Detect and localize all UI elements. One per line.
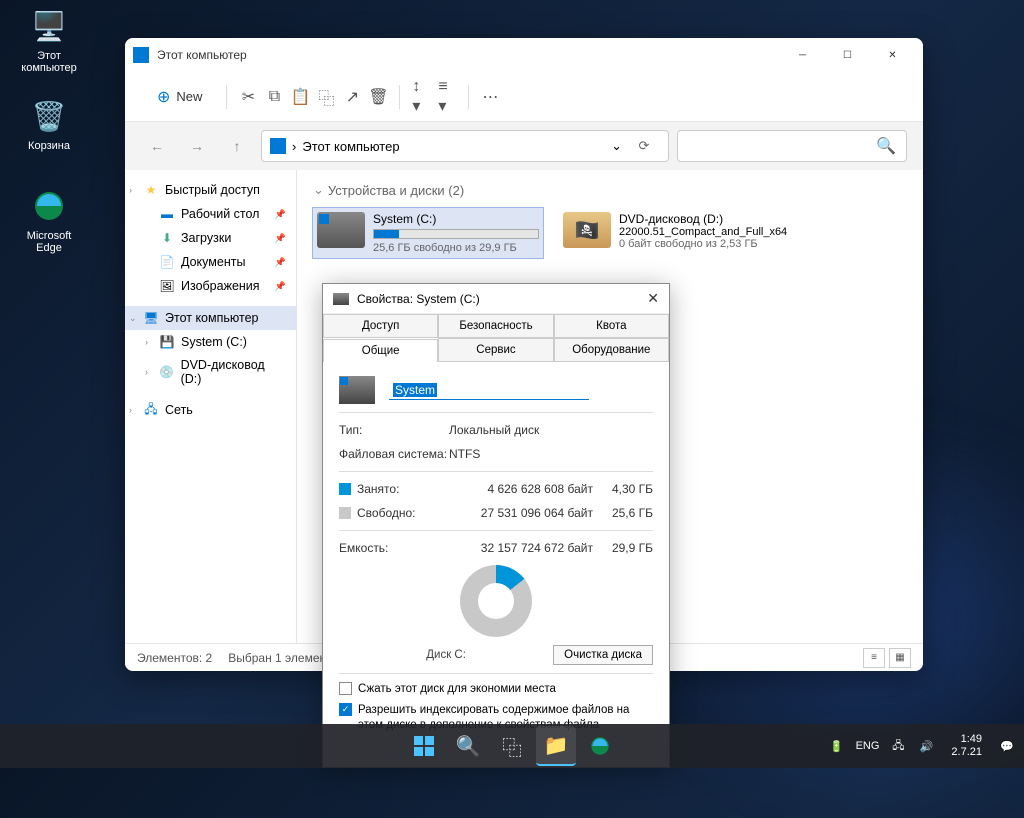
pin-icon: 📌 bbox=[275, 233, 286, 244]
maximize-button[interactable]: ☐ bbox=[825, 38, 870, 72]
taskview-button[interactable]: ⿻ bbox=[492, 726, 532, 766]
tab-security[interactable]: Безопасность bbox=[438, 314, 553, 337]
volume-name-input[interactable]: System bbox=[389, 381, 589, 400]
drive-icon bbox=[339, 376, 375, 404]
search-button[interactable]: 🔍 bbox=[448, 726, 488, 766]
forward-button[interactable]: → bbox=[181, 130, 213, 162]
tab-quota[interactable]: Квота bbox=[554, 314, 669, 337]
copy-icon[interactable]: ⧉ bbox=[265, 88, 283, 106]
section-header[interactable]: ⌄Устройства и диски (2) bbox=[313, 182, 907, 198]
breadcrumb[interactable]: Этот компьютер bbox=[302, 139, 399, 154]
address-input[interactable]: › Этот компьютер ⌄ ⟳ bbox=[261, 130, 669, 162]
search-input[interactable]: 🔍 bbox=[677, 130, 907, 162]
item-count: Элементов: 2 bbox=[137, 651, 212, 665]
used-color-swatch bbox=[339, 483, 351, 495]
sidebar-desktop[interactable]: ▬Рабочий стол📌 bbox=[125, 202, 296, 226]
drive-c[interactable]: System (C:) 25,6 ГБ свободно из 29,9 ГБ bbox=[313, 208, 543, 258]
more-icon[interactable]: ⋯ bbox=[481, 88, 499, 106]
sidebar-network[interactable]: ›🖧Сеть bbox=[125, 398, 296, 422]
view-tiles-button[interactable]: ▦ bbox=[889, 648, 911, 668]
type-label: Тип: bbox=[339, 423, 449, 437]
addressbar: ← → ↑ › Этот компьютер ⌄ ⟳ 🔍 bbox=[125, 122, 923, 170]
drive-icon bbox=[333, 293, 349, 305]
dialog-title: Свойства: System (C:) bbox=[357, 292, 480, 306]
cleanup-button[interactable]: Очистка диска bbox=[553, 645, 653, 665]
taskbar: 🔍 ⿻ 📁 🔋 ENG 🖧 🔊 1:49 2.7.21 💬 bbox=[0, 724, 1024, 768]
start-button[interactable] bbox=[404, 726, 444, 766]
fs-label: Файловая система: bbox=[339, 447, 449, 461]
checkbox-icon bbox=[339, 682, 352, 695]
tab-general[interactable]: Общие bbox=[323, 339, 438, 362]
drive-icon bbox=[317, 212, 365, 248]
pc-icon bbox=[270, 138, 286, 154]
desktop-icon-label: Этот компьютер bbox=[14, 50, 84, 74]
pin-icon: 📌 bbox=[275, 281, 286, 292]
refresh-button[interactable]: ⟳ bbox=[628, 138, 660, 154]
cut-icon[interactable]: ✂ bbox=[239, 88, 257, 106]
dialog-titlebar[interactable]: Свойства: System (C:) ✕ bbox=[323, 284, 669, 314]
compress-checkbox-row[interactable]: Сжать этот диск для экономии места bbox=[339, 682, 653, 697]
delete-icon[interactable]: 🗑 bbox=[369, 88, 387, 106]
minimize-button[interactable]: ─ bbox=[780, 38, 825, 72]
system-tray: 🔋 ENG 🖧 🔊 1:49 2.7.21 💬 bbox=[828, 733, 1016, 759]
paste-icon[interactable]: 📋 bbox=[291, 88, 309, 106]
edge-icon bbox=[29, 186, 69, 226]
dvd-icon: 🏴‍☠️ bbox=[563, 212, 611, 248]
drive-d[interactable]: 🏴‍☠️ DVD-дисковод (D:) 22000.51_Compact_… bbox=[559, 208, 789, 258]
pin-icon: 📌 bbox=[275, 209, 286, 220]
close-button[interactable]: ✕ bbox=[870, 38, 915, 72]
usage-bar bbox=[373, 229, 539, 239]
plus-icon: ⊕ bbox=[157, 87, 170, 107]
disk-label: Диск C: bbox=[339, 649, 553, 661]
clock[interactable]: 1:49 2.7.21 bbox=[945, 733, 988, 759]
sidebar-quick-access[interactable]: ›★Быстрый доступ bbox=[125, 178, 296, 202]
sidebar: ›★Быстрый доступ ▬Рабочий стол📌 ⬇Загрузк… bbox=[125, 170, 297, 643]
recycle-icon: 🗑️ bbox=[29, 96, 69, 136]
tab-access[interactable]: Доступ bbox=[323, 314, 438, 337]
view-details-button[interactable]: ≡ bbox=[863, 648, 885, 668]
language-indicator[interactable]: ENG bbox=[856, 740, 880, 752]
explorer-task-button[interactable]: 📁 bbox=[536, 726, 576, 766]
chevron-down-icon[interactable]: ⌄ bbox=[611, 138, 622, 154]
pin-icon: 📌 bbox=[275, 257, 286, 268]
up-button[interactable]: ↑ bbox=[221, 130, 253, 162]
desktop-icon-label: Microsoft Edge bbox=[14, 230, 84, 254]
checkbox-icon: ✓ bbox=[339, 703, 352, 716]
desktop-icon-recycle[interactable]: 🗑️ Корзина bbox=[14, 96, 84, 152]
window-title: Этот компьютер bbox=[157, 48, 780, 62]
properties-dialog: Свойства: System (C:) ✕ Доступ Безопасно… bbox=[322, 283, 670, 768]
titlebar[interactable]: Этот компьютер ─ ☐ ✕ bbox=[125, 38, 923, 72]
rename-icon[interactable]: ⿻ bbox=[317, 88, 335, 106]
edge-task-button[interactable] bbox=[580, 726, 620, 766]
back-button[interactable]: ← bbox=[141, 130, 173, 162]
tab-hardware[interactable]: Оборудование bbox=[554, 338, 669, 361]
desktop-icon-this-pc[interactable]: 🖥️ Этот компьютер bbox=[14, 6, 84, 74]
desktop-icon-edge[interactable]: Microsoft Edge bbox=[14, 186, 84, 254]
pc-icon bbox=[133, 47, 149, 63]
share-icon[interactable]: ↗ bbox=[343, 88, 361, 106]
monitor-icon: 🖥️ bbox=[29, 6, 69, 46]
search-icon: 🔍 bbox=[876, 136, 896, 156]
volume-icon[interactable]: 🔊 bbox=[917, 740, 935, 753]
sidebar-documents[interactable]: 📄Документы📌 bbox=[125, 250, 296, 274]
sidebar-dvd-d[interactable]: ›💿DVD-дисковод (D:) bbox=[125, 354, 296, 390]
new-button[interactable]: ⊕ New bbox=[145, 81, 214, 113]
network-icon[interactable]: 🖧 bbox=[889, 737, 907, 756]
usage-donut-chart bbox=[460, 565, 532, 637]
sidebar-system-c[interactable]: ›💾System (C:) bbox=[125, 330, 296, 354]
tab-service[interactable]: Сервис bbox=[438, 338, 553, 361]
toolbar: ⊕ New ✂ ⧉ 📋 ⿻ ↗ 🗑 ↕ ▾ ≡ ▾ ⋯ bbox=[125, 72, 923, 122]
close-button[interactable]: ✕ bbox=[647, 290, 659, 307]
view-icon[interactable]: ≡ ▾ bbox=[438, 88, 456, 106]
selection-info: Выбран 1 элемент bbox=[228, 651, 331, 665]
sort-icon[interactable]: ↕ ▾ bbox=[412, 88, 430, 106]
sidebar-pictures[interactable]: 🖼Изображения📌 bbox=[125, 274, 296, 298]
battery-icon[interactable]: 🔋 bbox=[828, 740, 846, 753]
sidebar-this-pc[interactable]: ⌄🖥Этот компьютер bbox=[125, 306, 296, 330]
sidebar-downloads[interactable]: ⬇Загрузки📌 bbox=[125, 226, 296, 250]
notifications-icon[interactable]: 💬 bbox=[998, 740, 1016, 753]
free-color-swatch bbox=[339, 507, 351, 519]
desktop-icon-label: Корзина bbox=[14, 140, 84, 152]
